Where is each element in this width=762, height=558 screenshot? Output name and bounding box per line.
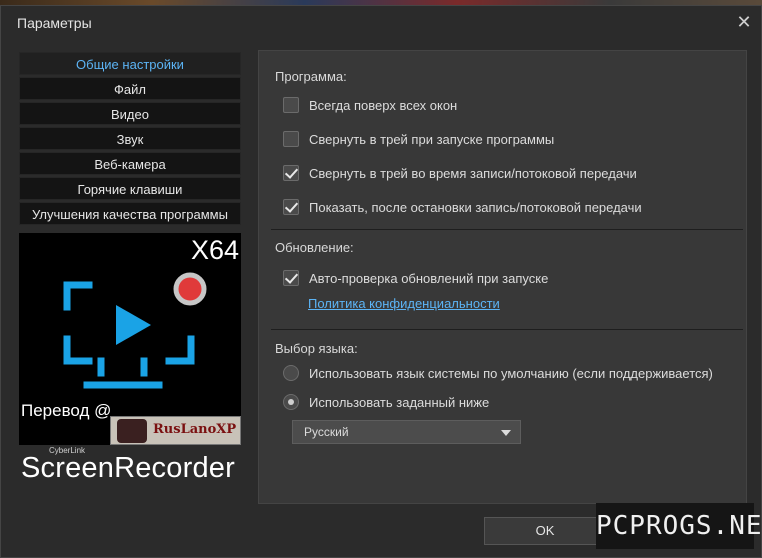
close-icon[interactable]: ✕: [734, 12, 754, 32]
option-label: Использовать заданный ниже: [309, 395, 490, 410]
chevron-down-icon: [501, 430, 511, 436]
section-divider: [271, 329, 743, 330]
checkbox-auto-update[interactable]: [283, 270, 299, 286]
dialog-title: Параметры: [17, 15, 92, 31]
checkbox-minimize-on-start[interactable]: [283, 131, 299, 147]
update-section-title: Обновление:: [275, 240, 354, 255]
settings-panel: Программа: Всегда поверх всех окон Сверн…: [258, 50, 747, 504]
translation-label: Перевод @: [21, 401, 112, 420]
radio-system-language[interactable]: [283, 365, 299, 381]
nav-item-video[interactable]: Видео: [19, 102, 241, 125]
settings-dialog: Параметры ✕ Общие настройки Файл Видео З…: [0, 5, 762, 558]
title-bar: Параметры ✕: [1, 6, 761, 38]
nav-item-webcam[interactable]: Веб-камера: [19, 152, 241, 175]
language-select-value: Русский: [304, 425, 349, 439]
option-label: Всегда поверх всех окон: [309, 98, 458, 113]
nav-item-sound[interactable]: Звук: [19, 127, 241, 150]
checkbox-always-on-top[interactable]: [283, 97, 299, 113]
nav-item-file[interactable]: Файл: [19, 77, 241, 100]
translator-stamp: RusLanoXP: [110, 416, 241, 445]
record-icon: [173, 272, 207, 306]
language-select[interactable]: Русский: [292, 420, 521, 444]
option-label: Показать, после остановки запись/потоков…: [309, 200, 642, 215]
checkbox-minimize-on-record[interactable]: [283, 165, 299, 181]
ok-button[interactable]: OK: [484, 517, 606, 545]
product-banner: X64 Перевод @ RusLanoXP: [19, 233, 241, 445]
nav-item-general[interactable]: Общие настройки: [19, 52, 241, 75]
nav-item-hotkeys[interactable]: Горячие клавиши: [19, 177, 241, 200]
arch-label: X64: [190, 235, 239, 265]
section-divider: [271, 229, 743, 230]
watermark: PCPROGS.NET: [596, 503, 762, 549]
radio-custom-language[interactable]: [283, 394, 299, 410]
settings-nav: Общие настройки Файл Видео Звук Веб-каме…: [19, 52, 241, 227]
stamp-text: RusLanoXP: [153, 422, 237, 437]
language-section-title: Выбор языка:: [275, 341, 358, 356]
privacy-policy-link[interactable]: Политика конфиденциальности: [308, 296, 500, 311]
nav-item-quality[interactable]: Улучшения качества программы: [19, 202, 241, 225]
option-label: Авто-проверка обновлений при запуске: [309, 271, 549, 286]
option-label: Использовать язык системы по умолчанию (…: [309, 366, 713, 381]
option-label: Свернуть в трей при запуске программы: [309, 132, 555, 147]
stamp-figure-icon: [117, 419, 147, 443]
checkbox-show-after-stop[interactable]: [283, 199, 299, 215]
program-section-title: Программа:: [275, 69, 347, 84]
logo-product: ScreenRecorder: [21, 452, 235, 484]
option-label: Свернуть в трей во время записи/потоково…: [309, 166, 637, 181]
